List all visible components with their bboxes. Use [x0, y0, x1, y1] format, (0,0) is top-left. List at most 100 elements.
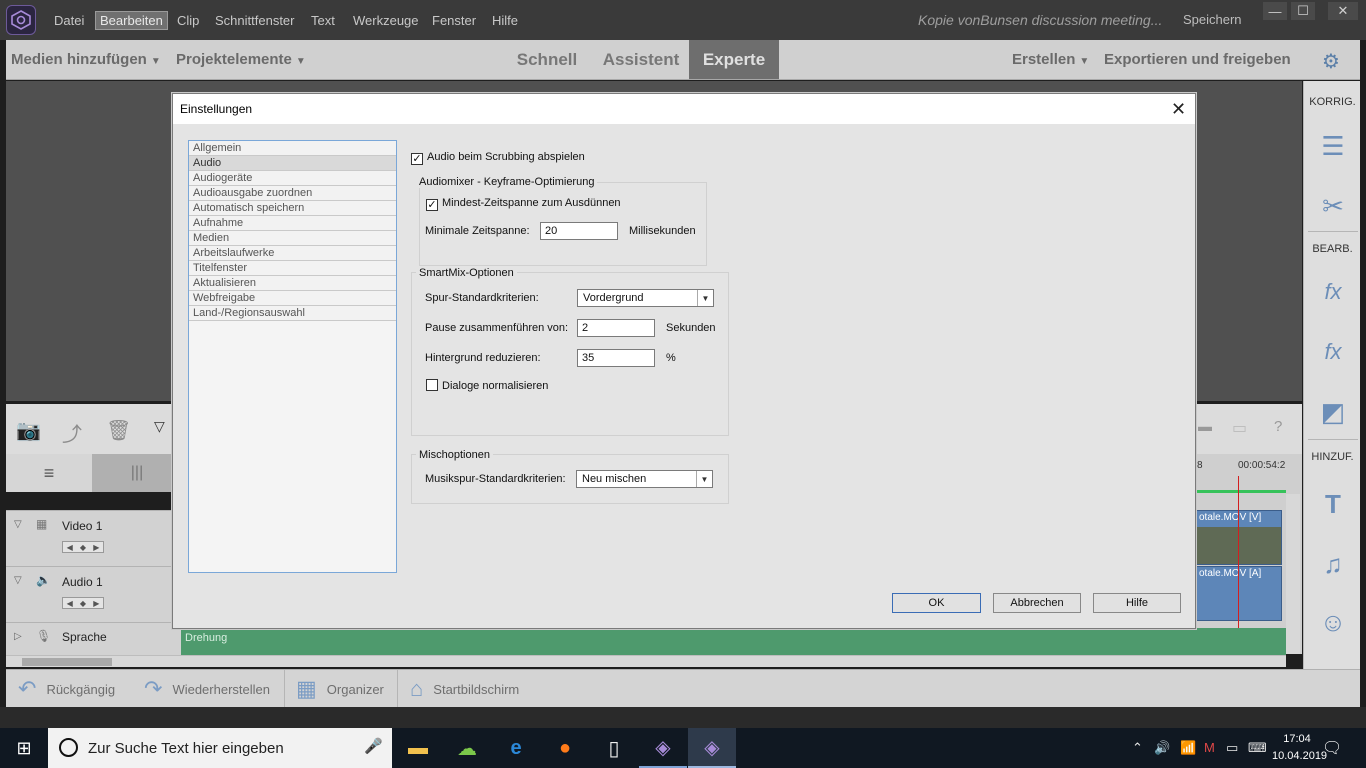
category-item-audioausgabe[interactable]: Audioausgabe zuordnen: [189, 186, 396, 201]
taskbar-search-box[interactable]: Zur Suche Text hier eingeben 🎤: [48, 728, 392, 768]
scrub-audio-option[interactable]: ✓ Audio beim Scrubbing abspielen: [411, 151, 585, 165]
minimize-button[interactable]: —: [1263, 2, 1287, 20]
wifi-icon[interactable]: 📶: [1180, 740, 1196, 756]
antivirus-icon[interactable]: M: [1204, 740, 1215, 755]
audio-waveform-icon[interactable]: |||: [92, 454, 182, 492]
gear-icon[interactable]: ⚙: [1322, 49, 1340, 74]
scroll-thumb[interactable]: [22, 658, 112, 666]
clock-date[interactable]: 10.04.2019: [1272, 750, 1327, 762]
organizer-button[interactable]: ▦ Organizer: [296, 670, 384, 708]
menu-hilfe[interactable]: Hilfe: [488, 12, 522, 29]
category-item-aktualisieren[interactable]: Aktualisieren: [189, 276, 396, 291]
firefox-icon[interactable]: ●: [541, 728, 589, 768]
clock-time[interactable]: 17:04: [1272, 733, 1322, 745]
criteria-dropdown[interactable]: Vordergrund ▼: [577, 289, 714, 307]
expand-triangle-icon[interactable]: ▽: [14, 519, 22, 530]
category-item-audiogeraete[interactable]: Audiogeräte: [189, 171, 396, 186]
zoom-slider[interactable]: ▬: [1198, 418, 1212, 434]
project-elements-menu[interactable]: Projektelemente ▼: [176, 51, 306, 68]
thin-checkbox[interactable]: ✓: [426, 199, 438, 211]
keyframe-controls[interactable]: ◀ ◆ ▶: [62, 597, 104, 609]
menu-schnittfenster[interactable]: Schnittfenster: [211, 12, 299, 29]
music-criteria-dropdown[interactable]: Neu mischen ▼: [576, 470, 713, 488]
chevron-up-icon[interactable]: ⌃: [1132, 740, 1143, 756]
tab-schnell[interactable]: Schnell: [508, 40, 586, 79]
camera-icon[interactable]: 📷: [16, 418, 41, 443]
edge-browser-icon[interactable]: e: [492, 728, 540, 768]
title-text-icon[interactable]: T: [1318, 489, 1348, 519]
track-settings-icon[interactable]: ≡: [6, 454, 92, 492]
category-item-arbeitslaufwerke[interactable]: Arbeitslaufwerke: [189, 246, 396, 261]
cancel-button[interactable]: Abbrechen: [993, 593, 1081, 613]
close-button[interactable]: ✕: [1328, 2, 1358, 20]
menu-datei[interactable]: Datei: [50, 12, 88, 29]
normalize-option[interactable]: Dialoge normalisieren: [426, 379, 548, 392]
tools-icon[interactable]: ✂: [1318, 191, 1348, 221]
fx-icon[interactable]: fx: [1318, 337, 1348, 367]
menu-fenster[interactable]: Fenster: [428, 12, 480, 29]
expand-triangle-icon[interactable]: ▽: [14, 575, 22, 586]
windows-start-icon[interactable]: ⊞: [0, 728, 48, 768]
microphone-icon[interactable]: 🎤: [364, 737, 383, 755]
menu-text[interactable]: Text: [307, 12, 339, 29]
volume-icon[interactable]: 🔊: [1154, 740, 1170, 756]
battery-icon[interactable]: ▭: [1226, 740, 1238, 756]
rotate-icon[interactable]: ⤴: [62, 418, 82, 447]
video-clip[interactable]: otale.MOV [V]: [1196, 510, 1282, 565]
close-icon[interactable]: ✕: [1171, 99, 1186, 120]
save-button[interactable]: Speichern: [1183, 12, 1242, 27]
cloud-app-icon[interactable]: ☁: [443, 728, 491, 768]
category-item-autosave[interactable]: Automatisch speichern: [189, 201, 396, 216]
graphics-icon[interactable]: ☺: [1318, 607, 1348, 637]
redo-button[interactable]: ↷ Wiederherstellen: [144, 670, 270, 708]
help-icon[interactable]: ?: [1274, 418, 1282, 435]
category-item-titelfenster[interactable]: Titelfenster: [189, 261, 396, 276]
notification-icon[interactable]: 🗨: [1322, 738, 1342, 758]
category-item-webfreigabe[interactable]: Webfreigabe: [189, 291, 396, 306]
premiere-elements-icon[interactable]: ◈: [639, 728, 687, 768]
category-item-aufnahme[interactable]: Aufnahme: [189, 216, 396, 231]
music-icon[interactable]: ♫: [1318, 549, 1348, 579]
marker-icon[interactable]: ▽: [154, 418, 165, 435]
keyboard-icon[interactable]: ⌨: [1248, 740, 1267, 756]
add-media-menu[interactable]: Medien hinzufügen ▼: [11, 51, 161, 68]
menu-clip[interactable]: Clip: [173, 12, 203, 29]
tab-experte[interactable]: Experte: [689, 40, 779, 79]
expand-triangle-icon[interactable]: ▷: [14, 631, 22, 642]
audio-clip[interactable]: otale.MOV [A]: [1196, 566, 1282, 621]
category-item-allgemein[interactable]: Allgemein: [189, 141, 396, 156]
ok-button[interactable]: OK: [892, 593, 981, 613]
category-item-region[interactable]: Land-/Regionsauswahl: [189, 306, 396, 321]
undo-button[interactable]: ↶ Rückgängig: [18, 670, 115, 708]
document-icon[interactable]: ▯: [590, 728, 638, 768]
file-explorer-icon[interactable]: ▬: [394, 728, 442, 768]
menu-werkzeuge[interactable]: Werkzeuge: [349, 12, 423, 29]
timeline-horizontal-scrollbar[interactable]: [6, 655, 1286, 667]
category-item-medien[interactable]: Medien: [189, 231, 396, 246]
export-share-button[interactable]: Exportieren und freigeben: [1104, 51, 1291, 68]
thin-option[interactable]: ✓ Mindest-Zeitspanne zum Ausdünnen: [426, 197, 621, 211]
sprache-clip[interactable]: Drehung: [181, 628, 1286, 655]
scrub-audio-checkbox[interactable]: ✓: [411, 153, 423, 165]
reduce-input[interactable]: 35: [577, 349, 655, 367]
menu-bearbeiten[interactable]: Bearbeiten: [95, 11, 168, 30]
pause-input[interactable]: 2: [577, 319, 655, 337]
fit-icon[interactable]: ▭: [1232, 418, 1247, 438]
premiere-elements-editor-icon[interactable]: ◈: [688, 728, 736, 768]
tab-assistent[interactable]: Assistent: [596, 40, 686, 79]
hinzuf-label: HINZUF.: [1311, 451, 1354, 463]
help-button[interactable]: Hilfe: [1093, 593, 1181, 613]
trash-icon[interactable]: 🗑: [106, 418, 131, 443]
search-placeholder: Zur Suche Text hier eingeben: [88, 740, 284, 757]
timeline-vertical-scrollbar[interactable]: [1286, 494, 1300, 654]
keyframe-controls[interactable]: ◀ ◆ ▶: [62, 541, 104, 553]
adjust-sliders-icon[interactable]: ☰: [1318, 131, 1348, 161]
fx-edit-icon[interactable]: fx: [1318, 277, 1348, 307]
home-screen-button[interactable]: ⌂ Startbildschirm: [410, 670, 519, 708]
maximize-button[interactable]: ☐: [1291, 2, 1315, 20]
min-span-input[interactable]: 20: [540, 222, 618, 240]
category-item-audio[interactable]: Audio: [189, 156, 396, 171]
create-menu[interactable]: Erstellen ▼: [1012, 51, 1089, 68]
normalize-checkbox[interactable]: [426, 379, 438, 391]
transition-icon[interactable]: ◩: [1318, 397, 1348, 427]
